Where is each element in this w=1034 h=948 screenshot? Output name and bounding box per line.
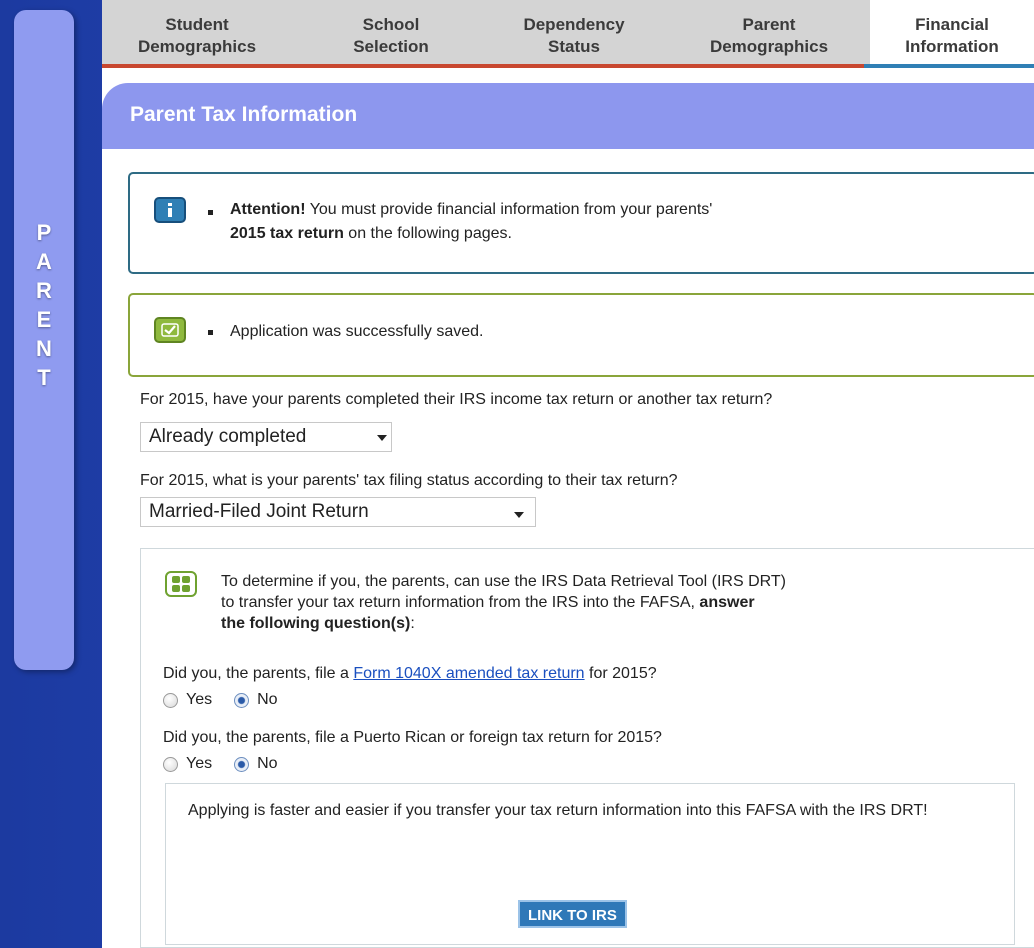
tab-parent-demographics[interactable]: Parent Demographics: [680, 14, 858, 58]
completed-return-value: Already completed: [149, 426, 307, 447]
tab-label-line1: Financial: [915, 15, 989, 34]
amended-yes-radio[interactable]: [163, 692, 178, 708]
amended-no-radio[interactable]: [234, 692, 250, 708]
tab-label-line2: Demographics: [709, 37, 829, 56]
completed-return-question: For 2015, have your parents completed th…: [140, 391, 773, 408]
amended-question-prefix: Did you, the parents, file a: [163, 665, 354, 682]
drt-line2: to transfer your tax return information …: [221, 594, 700, 611]
drt-line3-strong: the following question(s): [221, 615, 411, 632]
completed-return-select[interactable]: Already completed: [140, 422, 392, 452]
amended-yes-label: Yes: [186, 691, 213, 708]
success-message: Application was successfully saved.: [230, 323, 484, 340]
side-letter: N: [36, 336, 52, 361]
irs-transfer-box: Applying is faster and easier if you tra…: [165, 783, 1015, 945]
bullet: [208, 330, 213, 335]
tab-label-line2: Status: [548, 37, 600, 56]
foreign-yes-radio[interactable]: [163, 756, 178, 772]
side-letter: T: [37, 365, 51, 390]
filing-status-question: For 2015, what is your parents' tax fili…: [140, 472, 678, 489]
attention-message-part1: You must provide financial information f…: [305, 201, 713, 218]
success-alert: Application was successfully saved.: [128, 293, 1034, 377]
foreign-return-question: Did you, the parents, file a Puerto Rica…: [163, 729, 662, 746]
drt-line3-end: :: [410, 615, 415, 632]
amended-return-options: Yes No: [163, 691, 278, 709]
tab-school-selection[interactable]: School Selection: [316, 14, 466, 58]
side-letter: R: [36, 278, 52, 303]
bullet: [208, 210, 213, 215]
form-1040x-link[interactable]: Form 1040X amended tax return: [353, 665, 584, 682]
parent-side-tab: P A R E N T: [14, 10, 74, 670]
fafsa-page: Student Demographics School Selection De…: [102, 0, 1034, 948]
attention-alert: Attention! You must provide financial in…: [128, 172, 1034, 274]
foreign-yes-label: Yes: [186, 755, 213, 772]
tab-label-line2: Information: [905, 37, 999, 56]
tab-progress-line-active: [864, 64, 1034, 68]
amended-no-label: No: [257, 691, 278, 708]
chevron-down-icon: [514, 512, 524, 518]
chevron-down-icon: [377, 435, 387, 441]
tab-label-line1: Dependency: [523, 15, 625, 34]
side-tab-letters: P A R E N T: [14, 218, 74, 392]
attention-text: Attention! You must provide financial in…: [230, 198, 1010, 246]
irs-drt-panel: To determine if you, the parents, can us…: [140, 548, 1034, 948]
tab-financial-information[interactable]: Financial Information: [870, 0, 1034, 64]
attention-label: Attention!: [230, 201, 306, 218]
drt-instructions: To determine if you, the parents, can us…: [221, 571, 1021, 634]
grid-icon: [165, 571, 197, 597]
drt-line1: To determine if you, the parents, can us…: [221, 573, 786, 590]
amended-question-suffix: for 2015?: [584, 665, 657, 682]
irs-transfer-message: Applying is faster and easier if you tra…: [188, 802, 928, 819]
drt-line2-strong: answer: [699, 594, 755, 611]
filing-status-select[interactable]: Married-Filed Joint Return: [140, 497, 536, 527]
amended-return-question: Did you, the parents, file a Form 1040X …: [163, 665, 657, 683]
side-letter: A: [36, 249, 52, 274]
foreign-no-label: No: [257, 755, 278, 772]
attention-message-part2: on the following pages.: [343, 225, 512, 242]
tab-progress-line-completed: [102, 64, 864, 68]
tab-dependency-status[interactable]: Dependency Status: [494, 14, 654, 58]
tab-label-line1: School: [362, 15, 420, 34]
side-letter: E: [36, 307, 52, 332]
checkmark-icon: [154, 317, 186, 343]
link-to-irs-button[interactable]: LINK TO IRS: [518, 900, 627, 928]
side-letter: P: [36, 220, 52, 245]
progress-tabs: Student Demographics School Selection De…: [102, 0, 1034, 68]
section-header: Parent Tax Information: [102, 83, 1034, 149]
page-title: Parent Tax Information: [130, 103, 358, 126]
foreign-no-radio[interactable]: [234, 756, 250, 772]
tab-label-line2: Selection: [353, 37, 429, 56]
tab-student-demographics[interactable]: Student Demographics: [102, 14, 292, 58]
tab-label-line2: Demographics: [137, 37, 257, 56]
tab-label-line1: Parent: [742, 15, 796, 34]
attention-tax-year: 2015 tax return: [230, 225, 344, 242]
filing-status-value: Married-Filed Joint Return: [149, 501, 369, 522]
info-icon: [154, 197, 186, 223]
foreign-return-options: Yes No: [163, 755, 278, 773]
tab-label-line1: Student: [165, 15, 229, 34]
